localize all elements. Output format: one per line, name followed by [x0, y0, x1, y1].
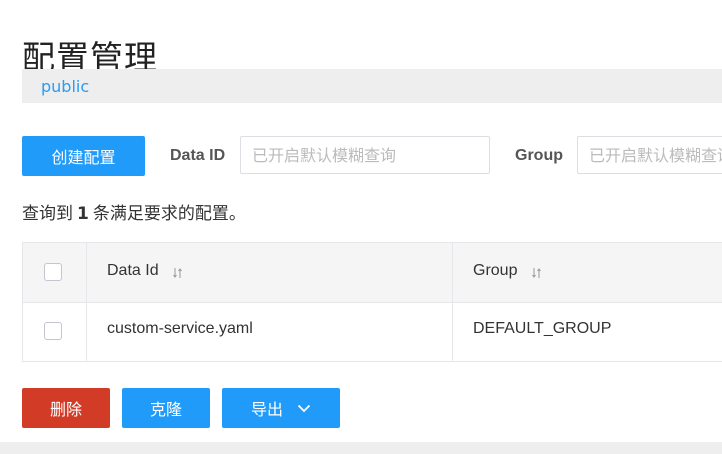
table-row[interactable]: custom-service.yaml DEFAULT_GROUP: [23, 302, 722, 361]
delete-button[interactable]: 删除: [22, 388, 110, 428]
table-header: Data Id Group: [23, 242, 722, 302]
create-config-button[interactable]: 创建配置: [22, 136, 145, 176]
namespace-bar: public: [22, 69, 722, 103]
column-header-data-id: Data Id: [107, 262, 159, 279]
group-label: Group: [515, 147, 563, 164]
namespace-public-link[interactable]: public: [41, 77, 89, 96]
select-all-checkbox[interactable]: [44, 263, 62, 281]
row-checkbox[interactable]: [44, 322, 62, 340]
data-id-label: Data ID: [170, 147, 226, 164]
column-divider: [86, 243, 87, 302]
sort-icon[interactable]: [532, 267, 542, 279]
group-search-input[interactable]: [577, 136, 722, 174]
result-summary: 查询到 1 条满足要求的配置。: [22, 199, 246, 224]
column-divider: [86, 303, 87, 361]
clone-button[interactable]: 克隆: [122, 388, 210, 428]
chevron-down-icon: [297, 404, 311, 412]
data-id-search-input[interactable]: [240, 136, 490, 174]
export-label: 导出: [250, 400, 283, 419]
column-divider: [452, 243, 453, 302]
cell-data-id: custom-service.yaml: [107, 320, 253, 337]
column-header-group: Group: [473, 262, 518, 279]
sort-icon[interactable]: [173, 267, 183, 279]
export-button[interactable]: 导出: [222, 388, 340, 428]
result-count: 1: [77, 204, 89, 224]
column-divider: [452, 303, 453, 361]
footer-strip: [0, 442, 722, 454]
summary-suffix: 条满足要求的配置。: [92, 204, 246, 224]
config-table: Data Id Group custom-service.yaml DEFAUL…: [22, 242, 722, 362]
summary-prefix: 查询到: [22, 204, 73, 224]
cell-group: DEFAULT_GROUP: [473, 320, 612, 337]
